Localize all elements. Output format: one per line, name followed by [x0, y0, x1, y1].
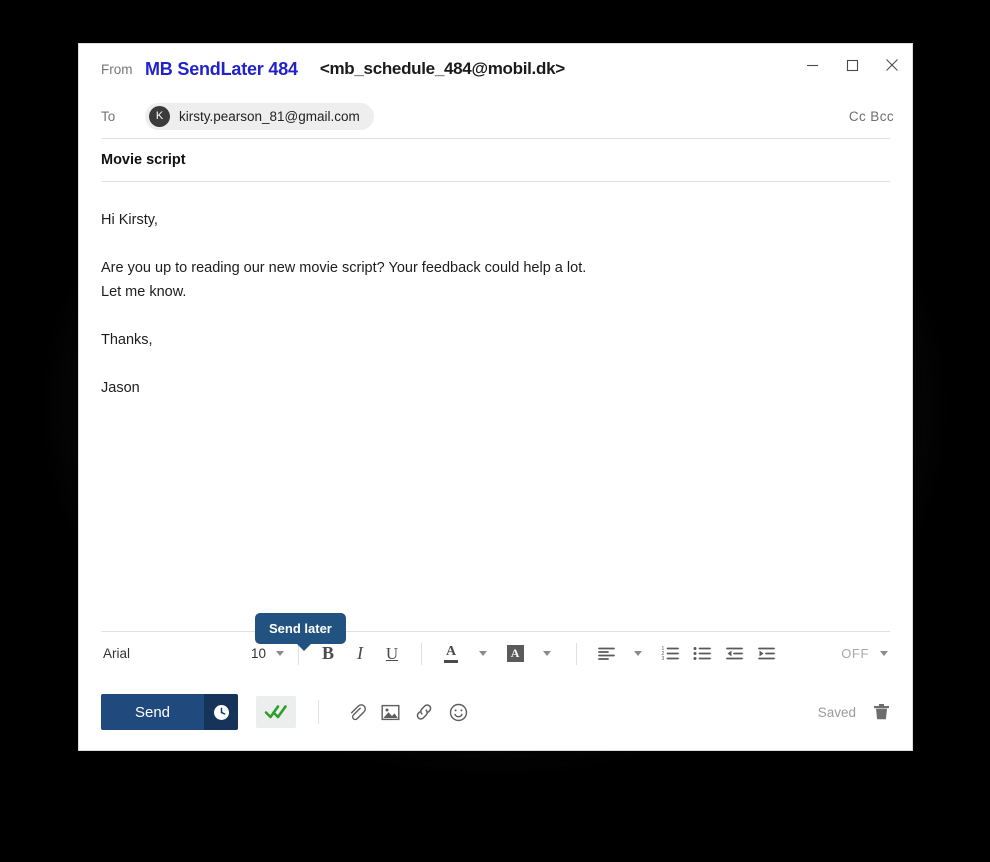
body-line: Are you up to reading our new movie scri… [101, 260, 587, 276]
trash-icon [874, 704, 889, 720]
font-color-button[interactable]: A [436, 639, 466, 669]
tracking-select[interactable]: OFF [841, 646, 890, 661]
smiley-icon [449, 703, 467, 721]
saved-status: Saved [817, 704, 856, 720]
from-label: From [101, 61, 133, 77]
double-check-icon [264, 705, 287, 719]
font-color-swatch [444, 659, 459, 663]
action-divider [318, 700, 319, 724]
send-later-button[interactable] [204, 694, 238, 730]
screen-backdrop: From MB SendLater 484 <mb_schedule_484@m… [0, 0, 990, 862]
color-group: A A [436, 639, 562, 669]
chevron-down-icon [276, 651, 285, 656]
chevron-down-icon [880, 651, 888, 656]
insert-link-button[interactable] [407, 697, 441, 727]
formatting-toolbar: Arial 10 B I U A A 1 2 3 OFF [101, 631, 890, 675]
numbered-list-icon[interactable]: 123 [655, 639, 685, 669]
read-receipt-button[interactable] [256, 696, 296, 728]
close-icon[interactable] [872, 44, 912, 86]
tracking-value: OFF [841, 646, 869, 661]
font-family-select[interactable]: Arial [101, 646, 191, 661]
underline-button[interactable]: U [377, 639, 407, 669]
window-controls [792, 44, 912, 86]
align-dropdown[interactable] [623, 639, 653, 669]
recipient-email: kirsty.pearson_81@gmail.com [179, 108, 360, 124]
font-size-value: 10 [251, 646, 267, 661]
from-row: From MB SendLater 484 <mb_schedule_484@m… [79, 44, 912, 94]
chevron-down-icon [479, 651, 488, 656]
link-icon [416, 704, 432, 720]
send-later-tooltip: Send later [255, 613, 346, 651]
highlight-color-button[interactable]: A [500, 639, 530, 669]
image-icon [381, 704, 400, 720]
discard-draft-button[interactable] [873, 703, 890, 721]
to-row: To K kirsty.pearson_81@gmail.com Cc Bcc [79, 94, 912, 138]
subject-row[interactable]: Movie script [79, 139, 912, 181]
body-line: Thanks, [101, 332, 153, 348]
font-size-select[interactable]: 10 [251, 646, 285, 661]
increase-indent-icon[interactable] [751, 639, 781, 669]
message-body[interactable]: Hi Kirsty, Are you up to reading our new… [79, 182, 912, 614]
recipient-chip[interactable]: K kirsty.pearson_81@gmail.com [145, 102, 374, 130]
chevron-down-icon [634, 651, 643, 656]
maximize-icon[interactable] [832, 44, 872, 86]
avatar: K [149, 105, 170, 127]
emoji-button[interactable] [441, 697, 475, 727]
body-line: Jason [101, 380, 140, 396]
chevron-down-icon [543, 651, 552, 656]
font-color-dropdown[interactable] [468, 639, 498, 669]
from-display-name[interactable]: MB SendLater 484 [145, 59, 298, 80]
body-line: Let me know. [101, 284, 187, 300]
italic-button[interactable]: I [345, 639, 375, 669]
to-label: To [101, 108, 116, 124]
svg-text:3: 3 [661, 656, 664, 661]
toolbar-divider [421, 642, 423, 665]
bullet-list-icon[interactable] [687, 639, 717, 669]
from-email-address[interactable]: <mb_schedule_484@mobil.dk> [320, 59, 565, 79]
highlight-icon: A [506, 645, 524, 662]
send-split-button: Send [101, 694, 238, 730]
send-button[interactable]: Send [101, 694, 204, 730]
toolbar-divider [576, 642, 578, 665]
body-line: Hi Kirsty, [101, 212, 158, 228]
cc-bcc-toggle[interactable]: Cc Bcc [849, 109, 894, 124]
paragraph-group: 123 [591, 639, 781, 669]
clock-icon [213, 704, 229, 720]
insert-image-button[interactable] [373, 697, 407, 727]
subject-value: Movie script [101, 152, 186, 168]
attach-button[interactable] [339, 697, 373, 727]
highlight-color-dropdown[interactable] [532, 639, 562, 669]
align-left-icon[interactable] [591, 639, 621, 669]
minimize-icon[interactable] [792, 44, 832, 86]
paperclip-icon [350, 703, 366, 720]
font-color-icon: A [444, 643, 459, 663]
decrease-indent-icon[interactable] [719, 639, 749, 669]
action-bar: Send Saved [101, 692, 890, 732]
compose-window: From MB SendLater 484 <mb_schedule_484@m… [78, 43, 913, 751]
font-color-letter: A [445, 643, 457, 659]
